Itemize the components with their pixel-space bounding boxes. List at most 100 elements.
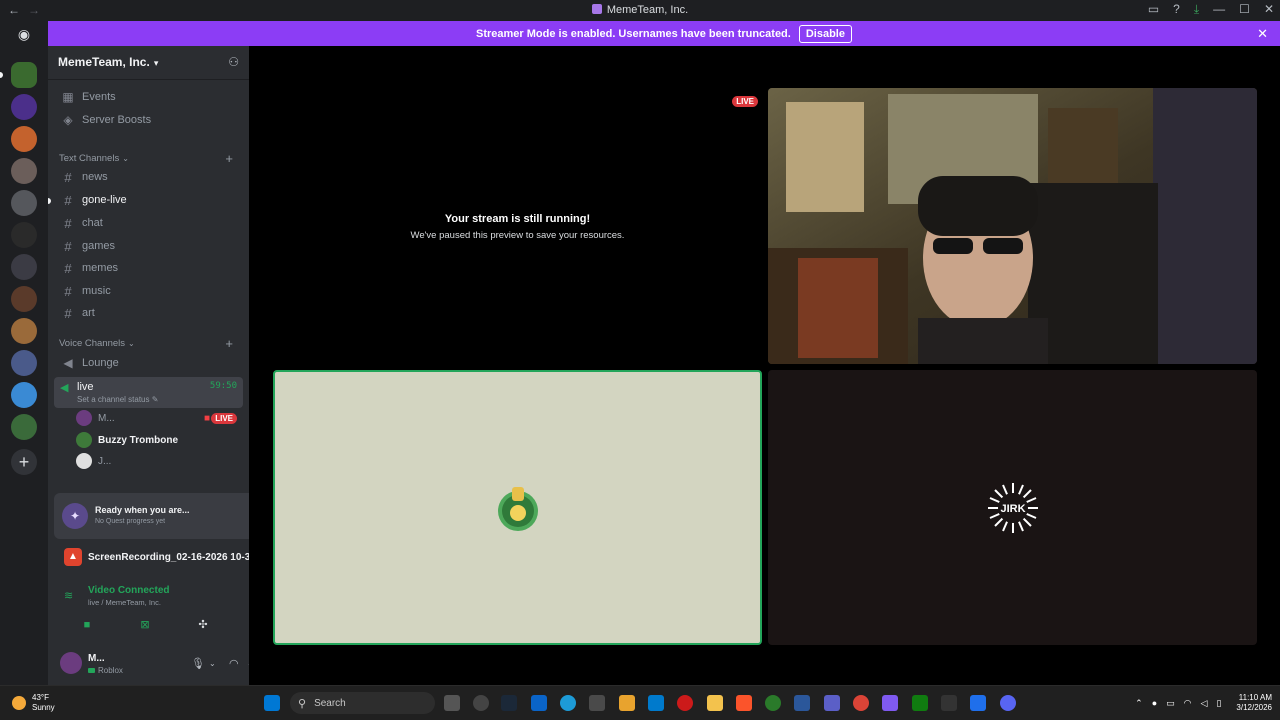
- server-icon[interactable]: [11, 286, 37, 312]
- headphones-icon[interactable]: ◠: [229, 657, 239, 670]
- microphone-icon[interactable]: ●: [1152, 698, 1157, 708]
- webcam-tile[interactable]: [768, 88, 1257, 364]
- member-tile[interactable]: JIRK: [768, 370, 1257, 645]
- voice-member[interactable]: J...: [76, 451, 241, 471]
- close-icon[interactable]: ✕: [1257, 26, 1268, 42]
- task-view-icon[interactable]: [444, 695, 460, 711]
- guild-header[interactable]: MemeTeam, Inc. ▾ ⚇: [48, 46, 249, 80]
- clock[interactable]: 11:10 AM 3/12/2026: [1236, 693, 1272, 713]
- maximize-button[interactable]: ☐: [1239, 2, 1250, 17]
- server-icon[interactable]: [11, 94, 37, 120]
- battery-icon[interactable]: ▯: [1216, 698, 1221, 709]
- store-icon[interactable]: [589, 695, 605, 711]
- chevron-down-icon: ⌄: [122, 153, 129, 163]
- display-icon[interactable]: ▭: [1166, 698, 1175, 709]
- server-icon[interactable]: [11, 222, 37, 248]
- add-channel-icon[interactable]: +: [225, 336, 233, 351]
- server-memeteam-icon[interactable]: [11, 62, 37, 88]
- server-icon[interactable]: [11, 190, 37, 216]
- outlook-icon[interactable]: [531, 695, 547, 711]
- microphone-icon[interactable]: 🎙: [191, 657, 205, 670]
- inbox-icon[interactable]: ▭: [1148, 2, 1159, 17]
- channel-memes[interactable]: # memes: [54, 257, 243, 279]
- sidebar-item-events[interactable]: ▦ Events: [54, 86, 243, 108]
- invite-icon[interactable]: ⚇: [228, 55, 239, 69]
- channel-news[interactable]: # news: [54, 166, 243, 188]
- avatar[interactable]: [60, 652, 82, 674]
- pencil-icon: ✎: [151, 395, 159, 404]
- opera-icon[interactable]: [677, 695, 693, 711]
- server-icon[interactable]: [11, 382, 37, 408]
- weather-widget[interactable]: 43°F Sunny: [12, 693, 55, 713]
- brave-icon[interactable]: [736, 695, 752, 711]
- server-icon[interactable]: [11, 318, 37, 344]
- voice-stage: LIVE Your stream is still running! We've…: [249, 46, 1280, 685]
- channel-music[interactable]: # music: [54, 280, 243, 302]
- server-icon[interactable]: [11, 414, 37, 440]
- help-icon[interactable]: ?: [1173, 2, 1180, 17]
- discord-home-icon[interactable]: ◉: [11, 26, 37, 48]
- member-tile-speaking[interactable]: [273, 370, 762, 645]
- sun-icon: [12, 696, 26, 710]
- vscode-icon[interactable]: [648, 695, 664, 711]
- start-icon[interactable]: [264, 695, 280, 711]
- username[interactable]: M...: [88, 653, 105, 664]
- voice-channel-live[interactable]: ◀ live 59:50 Set a channel status ✎: [54, 377, 243, 408]
- wifi-icon[interactable]: ◠: [1184, 698, 1192, 709]
- edge-icon[interactable]: [560, 695, 576, 711]
- category-voice-channels[interactable]: Voice Channels ⌄ +: [54, 332, 243, 354]
- teams-icon[interactable]: [824, 695, 840, 711]
- server-icon[interactable]: [11, 126, 37, 152]
- sublime-icon[interactable]: [619, 695, 635, 711]
- system-tray: ⌃ ● ▭ ◠ ◁ ▯ 11:10 AM 3/12/2026: [1135, 693, 1272, 713]
- stream-tile[interactable]: LIVE Your stream is still running! We've…: [273, 88, 762, 364]
- roblox-icon[interactable]: [941, 695, 957, 711]
- quest-subtitle: No Quest progress yet: [95, 518, 166, 525]
- app-icon[interactable]: [794, 695, 810, 711]
- screen-share-button[interactable]: ⊠: [120, 616, 170, 634]
- chevron-up-icon[interactable]: ⌃: [1135, 698, 1143, 709]
- channel-art[interactable]: # art: [54, 302, 243, 324]
- voice-member[interactable]: Buzzy Trombone: [76, 430, 241, 450]
- download-icon[interactable]: ⤓: [1194, 2, 1199, 17]
- channel-chat[interactable]: # chat: [54, 212, 243, 234]
- server-icon[interactable]: [11, 254, 37, 280]
- user-status: Roblox: [88, 666, 123, 675]
- chrome-icon[interactable]: [853, 695, 869, 711]
- volume-icon[interactable]: ◁: [1201, 698, 1208, 709]
- channel-games[interactable]: # games: [54, 235, 243, 257]
- close-window-button[interactable]: ✕: [1264, 2, 1274, 17]
- add-channel-icon[interactable]: +: [225, 151, 233, 166]
- calendar-icon: ▦: [62, 90, 74, 104]
- obs-icon[interactable]: [473, 695, 489, 711]
- voice-member[interactable]: M... ■ LIVE: [76, 408, 241, 428]
- channel-label: chat: [82, 217, 103, 229]
- sidebar-item-server-boosts[interactable]: ◈ Server Boosts: [54, 109, 243, 131]
- add-server-icon[interactable]: +: [11, 449, 37, 475]
- server-icon[interactable]: [11, 350, 37, 376]
- banner-message: Streamer Mode is enabled. Usernames have…: [476, 27, 791, 40]
- excel-icon[interactable]: [912, 695, 928, 711]
- activities-button[interactable]: ✣: [178, 616, 228, 634]
- disable-streamer-mode-button[interactable]: Disable: [798, 24, 852, 43]
- file-explorer-icon[interactable]: [707, 695, 723, 711]
- jirk-label: JIRK: [1000, 503, 1025, 515]
- voice-channel-lounge[interactable]: ◀ Lounge: [54, 352, 243, 374]
- minimize-button[interactable]: —: [1213, 2, 1225, 17]
- date: 3/12/2026: [1236, 703, 1272, 712]
- chevron-down-icon[interactable]: ⌄: [209, 659, 216, 668]
- time: 11:10 AM: [1238, 693, 1272, 702]
- app-icon[interactable]: [765, 695, 781, 711]
- discord-icon[interactable]: [1000, 695, 1016, 711]
- camera-button[interactable]: ■: [62, 616, 112, 634]
- set-channel-status[interactable]: Set a channel status ✎: [77, 395, 158, 404]
- channel-gone-live[interactable]: # gone-live: [54, 189, 243, 211]
- taskbar-search[interactable]: ⚲ Search: [290, 692, 435, 714]
- app-icon[interactable]: [970, 695, 986, 711]
- server-icon[interactable]: [11, 158, 37, 184]
- copilot-icon[interactable]: [882, 695, 898, 711]
- connection-location[interactable]: live / MemeTeam, Inc.: [88, 598, 161, 607]
- connection-status[interactable]: Video Connected: [88, 585, 170, 596]
- steam-icon[interactable]: [501, 695, 517, 711]
- weather-desc: Sunny: [32, 703, 55, 712]
